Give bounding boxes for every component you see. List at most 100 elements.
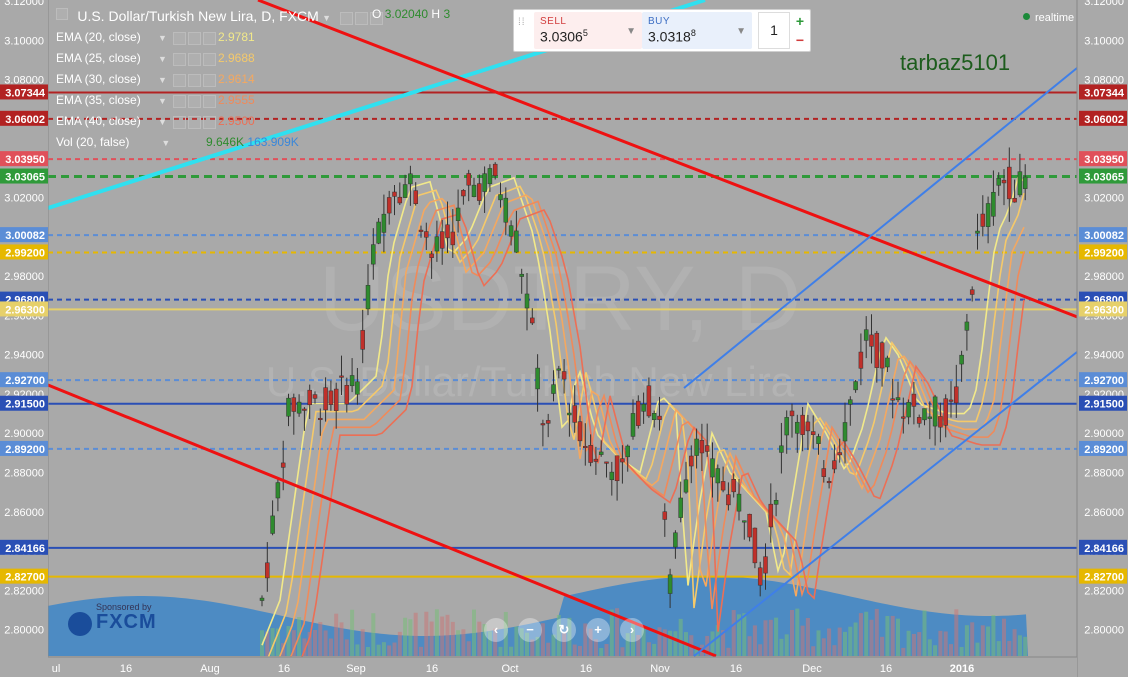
candle-body[interactable] — [328, 390, 334, 405]
buy-button[interactable]: BUY 3.03188 ▼ — [642, 12, 752, 49]
candle-body[interactable] — [296, 401, 302, 414]
candle-body[interactable] — [365, 285, 371, 310]
candle-body[interactable] — [625, 445, 630, 458]
eye-icon[interactable] — [172, 115, 186, 129]
candle-body[interactable] — [991, 191, 996, 217]
candle-body[interactable] — [954, 386, 959, 404]
candle-body[interactable] — [853, 381, 858, 391]
candle-body[interactable] — [863, 329, 869, 341]
candle-body[interactable] — [879, 342, 885, 369]
candle-body[interactable] — [726, 494, 731, 506]
candle-body[interactable] — [747, 513, 752, 538]
candle-body[interactable] — [964, 321, 970, 331]
candle-body[interactable] — [620, 458, 625, 463]
ema-caret-icon[interactable]: ▼ — [158, 49, 167, 70]
candle-body[interactable] — [418, 229, 424, 232]
ema-caret-icon[interactable]: ▼ — [158, 112, 167, 133]
candle-body[interactable] — [1017, 171, 1023, 196]
candle-body[interactable] — [932, 396, 938, 427]
candle-body[interactable] — [466, 173, 471, 186]
candle-body[interactable] — [757, 567, 763, 586]
scroll-right-button[interactable]: › — [620, 618, 644, 642]
candle-body[interactable] — [312, 394, 318, 399]
candle-body[interactable] — [810, 431, 816, 435]
candle-body[interactable] — [265, 562, 270, 579]
quantity-decrease-button[interactable]: − — [792, 31, 808, 49]
candle-body[interactable] — [667, 574, 673, 594]
candle-body[interactable] — [376, 221, 381, 244]
candle-body[interactable] — [678, 497, 683, 518]
candle-body[interactable] — [651, 413, 657, 420]
candle-body[interactable] — [699, 440, 705, 454]
candle-body[interactable] — [503, 197, 509, 223]
volume-caret-icon[interactable]: ▼ — [161, 133, 170, 154]
candle-body[interactable] — [826, 481, 832, 484]
sell-caret-icon[interactable]: ▼ — [626, 26, 636, 37]
candle-body[interactable] — [318, 417, 323, 420]
remove-icon[interactable] — [202, 115, 216, 129]
candle-body[interactable] — [307, 389, 312, 406]
candle-body[interactable] — [333, 388, 339, 411]
candle-body[interactable] — [763, 556, 768, 574]
candle-body[interactable] — [795, 421, 800, 434]
candle-body[interactable] — [381, 213, 387, 233]
candle-body[interactable] — [922, 408, 927, 421]
candle-body[interactable] — [779, 445, 784, 453]
candle-body[interactable] — [530, 317, 535, 324]
candle-body[interactable] — [598, 451, 604, 455]
candle-body[interactable] — [609, 471, 615, 481]
candle-body[interactable] — [773, 500, 779, 505]
candle-body[interactable] — [519, 273, 524, 277]
candle-body[interactable] — [445, 224, 450, 239]
candle-body[interactable] — [969, 289, 975, 295]
candle-body[interactable] — [461, 190, 466, 197]
candle-body[interactable] — [837, 452, 842, 456]
candle-body[interactable] — [344, 385, 350, 405]
candle-body[interactable] — [614, 455, 620, 482]
candle-body[interactable] — [551, 384, 556, 394]
candle-body[interactable] — [885, 357, 890, 368]
candle-body[interactable] — [477, 183, 482, 201]
candle-body[interactable] — [646, 385, 652, 417]
candle-body[interactable] — [535, 367, 540, 390]
candle-body[interactable] — [270, 515, 275, 534]
settings-icon[interactable] — [187, 115, 201, 129]
candle-body[interactable] — [588, 445, 593, 463]
settings-icon[interactable] — [355, 11, 369, 25]
candle-body[interactable] — [715, 468, 721, 484]
candle-body[interactable] — [683, 479, 689, 493]
candle-body[interactable] — [636, 400, 641, 426]
ema-caret-icon[interactable]: ▼ — [158, 70, 167, 91]
candle-body[interactable] — [561, 371, 567, 380]
eye-icon[interactable] — [172, 94, 186, 108]
candle-body[interactable] — [694, 438, 699, 456]
candle-body[interactable] — [980, 213, 986, 227]
candle-body[interactable] — [906, 402, 911, 418]
symbol-menu-caret-icon[interactable]: ▼ — [322, 8, 331, 29]
candle-body[interactable] — [323, 387, 328, 411]
candle-body[interactable] — [720, 481, 726, 491]
candle-body[interactable] — [832, 460, 837, 470]
candle-body[interactable] — [858, 351, 864, 369]
candle-body[interactable] — [455, 207, 461, 221]
candle-body[interactable] — [805, 421, 811, 432]
candle-body[interactable] — [821, 468, 827, 477]
candle-body[interactable] — [402, 184, 408, 198]
candle-body[interactable] — [408, 173, 413, 185]
reset-button[interactable]: ↻ — [552, 618, 576, 642]
candle-body[interactable] — [508, 225, 514, 237]
quantity-input[interactable]: 1 — [758, 12, 790, 49]
candle-body[interactable] — [657, 415, 662, 420]
remove-icon[interactable] — [202, 73, 216, 87]
candle-body[interactable] — [800, 414, 805, 435]
candle-body[interactable] — [689, 455, 694, 467]
candle-body[interactable] — [736, 493, 742, 512]
drag-handle-icon[interactable]: ⁞⁞ — [518, 18, 528, 28]
collapse-toggle[interactable] — [56, 8, 68, 20]
candle-body[interactable] — [349, 375, 355, 387]
candle-body[interactable] — [985, 203, 991, 227]
candle-body[interactable] — [874, 332, 880, 368]
candle-body[interactable] — [869, 334, 874, 347]
remove-icon[interactable] — [202, 31, 216, 45]
candle-body[interactable] — [816, 436, 821, 444]
